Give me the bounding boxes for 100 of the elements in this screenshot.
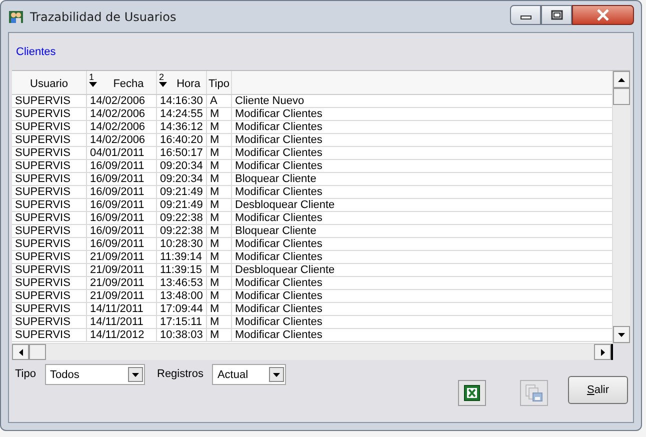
minimize-button[interactable] — [510, 5, 541, 25]
sort-order: 1 — [89, 72, 94, 82]
dropdown[interactable]: Actual — [212, 364, 286, 385]
column-header[interactable]: Fecha — [113, 78, 144, 90]
table-cell: 16/09/2011 — [87, 160, 157, 173]
table-cell: 14/11/2011 — [87, 316, 157, 329]
dropdown[interactable]: Todos — [45, 364, 145, 385]
table-cell: Modificar Clientes — [232, 251, 612, 264]
table-cell: 10:28:30 — [157, 238, 207, 251]
table-cell: SUPERVIS — [12, 134, 87, 147]
table-cell: SUPERVIS — [12, 316, 87, 329]
table-cell: M — [207, 303, 232, 316]
table-cell: M — [207, 251, 232, 264]
table-cell: 09:20:34 — [157, 173, 207, 186]
sort-order: 2 — [159, 72, 164, 82]
table-cell: 16/09/2011 — [87, 173, 157, 186]
exit-button[interactable]: Salir — [568, 376, 628, 404]
table-cell: Modificar Clientes — [232, 121, 612, 134]
scroll-down-button[interactable] — [613, 326, 630, 343]
table-cell: 17:09:44 — [157, 303, 207, 316]
maximize-button[interactable] — [541, 5, 572, 25]
section-title: Clientes — [16, 46, 56, 60]
table-cell: SUPERVIS — [12, 303, 87, 316]
table-cell: 11:39:14 — [157, 251, 207, 264]
table-cell: SUPERVIS — [12, 238, 87, 251]
down-arrow-icon[interactable] — [618, 332, 625, 336]
table-cell: SUPERVIS — [12, 160, 87, 173]
table-cell: 09:21:49 — [157, 199, 207, 212]
table-cell: 14/11/2012 — [87, 329, 157, 342]
table-cell: 16/09/2011 — [87, 212, 157, 225]
table-cell: Desbloquear Cliente — [232, 199, 612, 212]
window-title: Trazabilidad de Usuarios — [30, 10, 178, 24]
table-cell: SUPERVIS — [12, 121, 87, 134]
spreadsheet-icon — [464, 385, 480, 401]
table-cell: Modificar Clientes — [232, 134, 612, 147]
table-cell: 04/01/2011 — [87, 147, 157, 160]
table-cell: 14/02/2006 — [87, 121, 157, 134]
table-cell: SUPERVIS — [12, 264, 87, 277]
table-cell: SUPERVIS — [12, 147, 87, 160]
field-label: Tipo — [15, 367, 36, 382]
column-header[interactable]: Tipo — [208, 78, 230, 90]
table-cell: SUPERVIS — [12, 251, 87, 264]
table-cell: M — [207, 238, 232, 251]
table-cell: SUPERVIS — [12, 329, 87, 342]
scrollbar-corner — [611, 344, 630, 360]
table-cell: Desbloquear Cliente — [232, 264, 612, 277]
maximize-icon — [550, 10, 562, 20]
table-cell: SUPERVIS — [12, 95, 87, 108]
table-cell: M — [207, 173, 232, 186]
table-cell: SUPERVIS — [12, 186, 87, 199]
close-icon — [595, 9, 611, 21]
table-cell: M — [207, 160, 232, 173]
table-cell: 09:20:34 — [157, 160, 207, 173]
vertical-scrollbar[interactable] — [612, 71, 630, 343]
table-cell: 16/09/2011 — [87, 186, 157, 199]
horizontal-scrollbar[interactable] — [12, 343, 630, 360]
scroll-right-button[interactable] — [594, 344, 611, 360]
right-arrow-icon[interactable] — [600, 348, 604, 356]
column-header[interactable]: Hora — [176, 78, 200, 90]
left-arrow-icon[interactable] — [18, 348, 22, 356]
table-cell: 17:15:11 — [157, 316, 207, 329]
table-cell: 14:36:12 — [157, 121, 207, 134]
table-cell: M — [207, 277, 232, 290]
table-cell: 11:39:15 — [157, 264, 207, 277]
table-cell: M — [207, 199, 232, 212]
table-cell: Modificar Clientes — [232, 316, 612, 329]
scroll-left-button[interactable] — [12, 344, 29, 360]
table-cell: 14:24:55 — [157, 108, 207, 121]
up-arrow-icon[interactable] — [618, 78, 625, 82]
table-cell: M — [207, 290, 232, 303]
table-cell: Bloquear Cliente — [232, 225, 612, 238]
table-cell: 16:40:20 — [157, 134, 207, 147]
table-cell: 14:16:30 — [157, 95, 207, 108]
table-cell: 21/09/2011 — [87, 264, 157, 277]
dropdown-arrow-icon[interactable] — [132, 372, 139, 376]
scroll-thumb[interactable] — [29, 344, 46, 360]
column-header[interactable]: Usuario — [30, 78, 68, 90]
table-cell: 13:46:53 — [157, 277, 207, 290]
table-cell: 14/02/2006 — [87, 95, 157, 108]
table-cell: M — [207, 264, 232, 277]
users-icon — [8, 8, 24, 24]
table-cell: Modificar Clientes — [232, 290, 612, 303]
table-cell: M — [207, 134, 232, 147]
dropdown-arrow-icon[interactable] — [273, 372, 280, 376]
scroll-up-button[interactable] — [613, 71, 630, 88]
field-label: Registros — [157, 367, 204, 382]
excel-export-button[interactable] — [458, 380, 486, 406]
table-cell: 10:38:03 — [157, 329, 207, 342]
close-button[interactable] — [572, 5, 634, 25]
scroll-thumb[interactable] — [613, 88, 630, 105]
table-cell: Modificar Clientes — [232, 329, 612, 342]
table-cell: SUPERVIS — [12, 173, 87, 186]
table-cell: 16/09/2011 — [87, 238, 157, 251]
table-cell: 09:22:38 — [157, 225, 207, 238]
table-cell: 14/02/2006 — [87, 134, 157, 147]
table-cell: 21/09/2011 — [87, 290, 157, 303]
table-cell: M — [207, 225, 232, 238]
table-cell: A — [207, 95, 232, 108]
table-cell: 09:21:49 — [157, 186, 207, 199]
table-cell: Modificar Clientes — [232, 160, 612, 173]
